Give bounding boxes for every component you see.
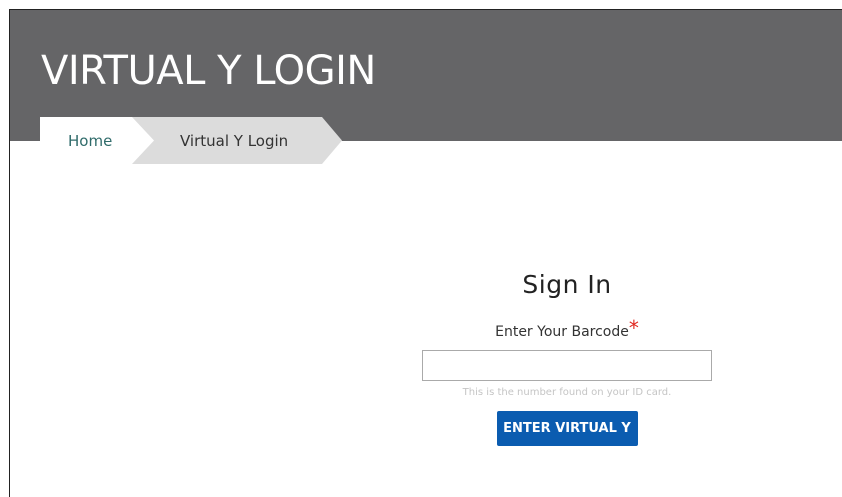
barcode-hint: This is the number found on your ID card… [462, 387, 672, 398]
page-title: VIRTUAL Y LOGIN [41, 48, 376, 94]
signin-heading: Sign In [522, 270, 612, 299]
barcode-input[interactable] [422, 350, 712, 381]
barcode-label-text: Enter Your Barcode [495, 324, 629, 340]
required-marker: * [628, 316, 639, 340]
signin-form: Sign In Enter Your Barcode* This is the … [422, 270, 712, 446]
page-frame: VIRTUAL Y LOGIN Home Virtual Y Login Sig… [9, 9, 842, 497]
enter-virtual-y-button[interactable]: ENTER VIRTUAL Y [496, 411, 638, 446]
breadcrumb-current: Virtual Y Login [132, 117, 342, 164]
barcode-label: Enter Your Barcode* [422, 318, 712, 340]
